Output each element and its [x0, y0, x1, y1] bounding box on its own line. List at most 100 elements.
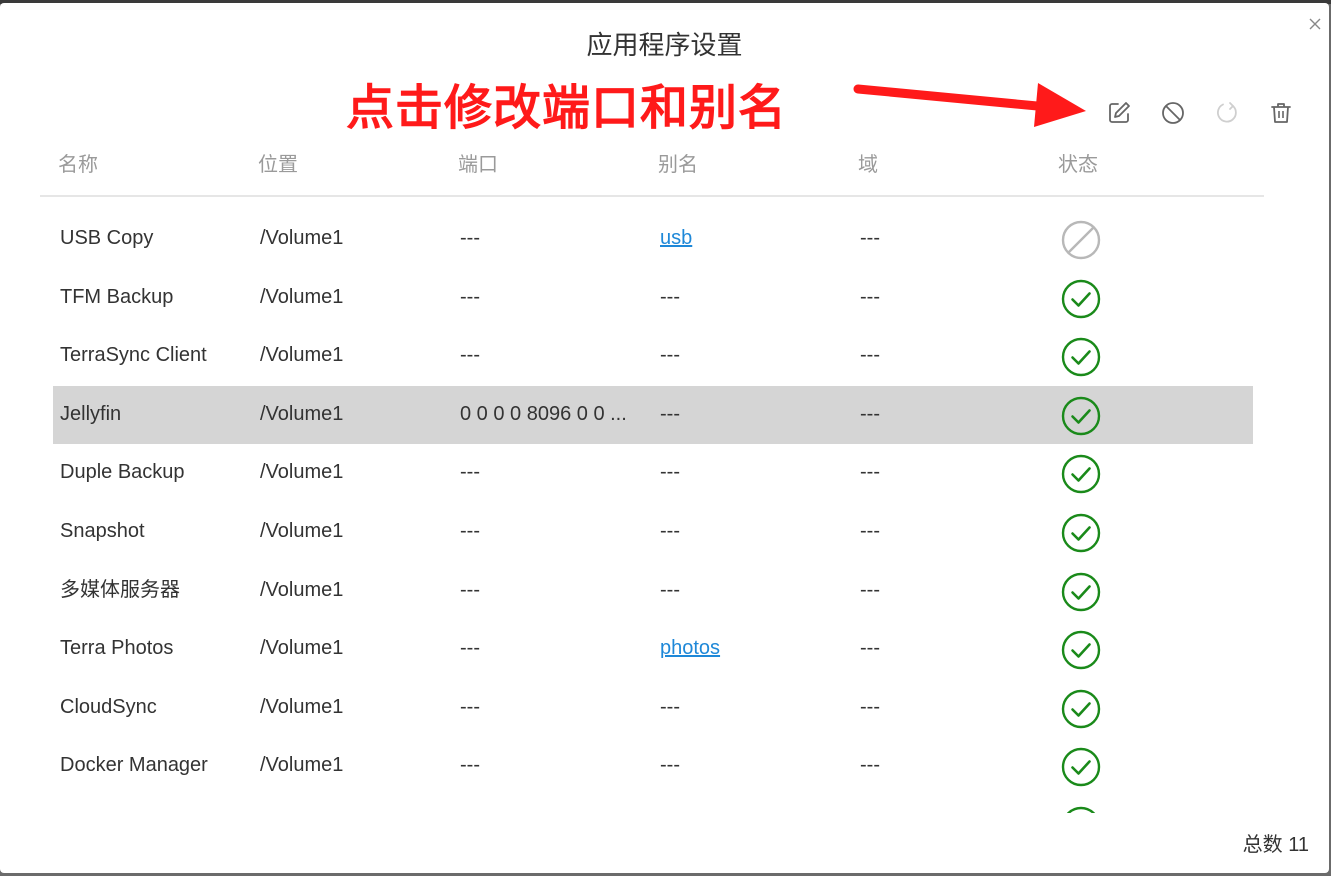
status-indicator [1060, 219, 1102, 261]
table-body: USB Copy/Volume1 --- usb --- TFM Backup/Volu… [53, 213, 1253, 813]
column-header-alias[interactable]: 别名 [658, 151, 698, 179]
cell-domain: --- [860, 637, 880, 660]
cell-name: TFM Backup [60, 285, 174, 308]
cell-location: /Volume1 [260, 695, 344, 718]
status-indicator [1060, 805, 1102, 813]
cell-name: 多媒体服务器 [60, 578, 180, 601]
column-header-port[interactable]: 端口 [458, 151, 498, 179]
cell-domain: --- [860, 344, 880, 367]
cell-port: --- [460, 461, 480, 484]
cell-location: /Volume1 [260, 578, 344, 601]
cell-location: /Volume1 [260, 402, 344, 425]
cell-name: TerraSync Client [60, 344, 207, 367]
status-indicator [1060, 629, 1102, 671]
dialog-title: 应用程序设置 [586, 30, 743, 60]
cell-port: --- [460, 637, 480, 660]
annotation-text: 点击修改端口和别名 [346, 80, 788, 136]
cell-domain: --- [860, 520, 880, 542]
refresh-icon [1217, 102, 1237, 123]
cell-name: USB Copy [60, 227, 154, 249]
cell-domain: --- [860, 285, 880, 308]
cell-alias: --- [660, 461, 680, 484]
table-row[interactable]: Snapshot/Volume1 --- --- --- [53, 503, 1253, 561]
status-indicator [1060, 746, 1102, 788]
cell-name: Snapshot [60, 520, 145, 542]
cell-location: /Volume1 [260, 344, 344, 367]
cell-domain: --- [860, 754, 880, 777]
total-count: 总数 11 [1242, 834, 1309, 856]
cell-domain: --- [860, 695, 880, 718]
table-row[interactable] [53, 796, 1253, 813]
check-circle-icon [1061, 337, 1101, 377]
edit-button[interactable] [1103, 97, 1135, 129]
table-row[interactable]: CloudSync/Volume1 --- --- --- [53, 679, 1253, 737]
cell-name: Jellyfin [60, 402, 122, 425]
column-header-domain[interactable]: 域 [858, 151, 878, 179]
column-header-name[interactable]: 名称 [58, 151, 98, 179]
cell-domain: --- [860, 578, 880, 601]
check-circle-icon [1061, 689, 1101, 728]
disable-icon [1162, 102, 1184, 124]
table-row[interactable]: Duple Backup/Volume1 --- --- --- [53, 444, 1253, 502]
trash-icon [1271, 103, 1291, 123]
check-circle-icon [1061, 748, 1101, 787]
status-indicator [1060, 571, 1102, 613]
cell-location: /Volume1 [260, 285, 344, 308]
annotation-arrow-icon [853, 83, 1086, 127]
table-header: 名称 位置 端口 别名 域 状态 [40, 143, 1264, 197]
cell-name: Duple Backup [60, 461, 185, 484]
cell-port: 0 0 0 0 8096 0 0 ... [460, 402, 627, 425]
table-row[interactable]: Terra Photos/Volume1 --- photos --- [53, 620, 1253, 678]
cell-location: /Volume1 [260, 754, 344, 777]
status-indicator [1060, 395, 1102, 437]
cell-alias[interactable]: usb [660, 224, 850, 252]
table-row[interactable]: TerraSync Client/Volume1 --- --- --- [53, 327, 1253, 385]
check-circle-icon [1061, 455, 1101, 494]
table-row[interactable]: 多媒体服务器/Volume1 --- --- --- [53, 562, 1253, 620]
check-circle-icon [1061, 572, 1101, 611]
cell-name: CloudSync [60, 695, 157, 718]
check-circle-icon [1066, 806, 1096, 813]
status-indicator [1060, 453, 1102, 495]
table-row[interactable]: USB Copy/Volume1 --- usb --- [53, 213, 1253, 268]
cell-name: Terra Photos [60, 637, 174, 660]
cell-alias[interactable]: photos [660, 634, 850, 662]
cell-location: /Volume1 [260, 227, 344, 249]
cell-port: --- [460, 285, 480, 308]
edit-icon [1109, 102, 1130, 123]
cell-port: --- [460, 695, 480, 718]
status-indicator [1060, 336, 1102, 378]
table-row[interactable]: Jellyfin/Volume1 0 0 0 0 8096 0 0 ... --- -… [53, 385, 1253, 444]
check-circle-icon [1061, 630, 1101, 670]
cell-location: /Volume1 [260, 520, 344, 542]
delete-button[interactable] [1265, 97, 1297, 129]
disabled-circle-icon [1061, 220, 1101, 260]
cell-port: --- [460, 227, 480, 249]
table-row[interactable]: TFM Backup/Volume1 --- --- --- [53, 269, 1253, 327]
toolbar [1100, 97, 1300, 129]
cell-alias: --- [660, 754, 680, 777]
status-indicator [1060, 278, 1102, 320]
column-header-status[interactable]: 状态 [1058, 151, 1098, 179]
check-circle-icon [1061, 279, 1101, 318]
check-circle-icon [1061, 513, 1101, 553]
refresh-button[interactable] [1211, 97, 1243, 129]
cell-name: Docker Manager [60, 754, 208, 777]
cell-domain: --- [860, 227, 880, 249]
cell-domain: --- [860, 402, 880, 425]
cell-alias: --- [660, 578, 680, 601]
cell-location: /Volume1 [260, 637, 344, 660]
cell-alias: --- [660, 344, 680, 367]
cell-alias: --- [660, 520, 680, 542]
check-circle-icon [1061, 396, 1101, 435]
cell-port: --- [460, 344, 480, 367]
cell-port: --- [460, 520, 480, 542]
app-settings-dialog: 应用程序设置 点击修改端口和别名 名称 位置 端口 别名 域 状态 USB Co… [0, 3, 1329, 873]
cell-alias: --- [660, 695, 680, 718]
cell-alias: --- [660, 402, 680, 425]
cell-alias: --- [660, 285, 680, 308]
disable-button[interactable] [1157, 97, 1189, 129]
table-row[interactable]: Docker Manager/Volume1 --- --- --- [53, 737, 1253, 795]
column-header-location[interactable]: 位置 [258, 151, 298, 179]
cell-port: --- [460, 754, 480, 777]
